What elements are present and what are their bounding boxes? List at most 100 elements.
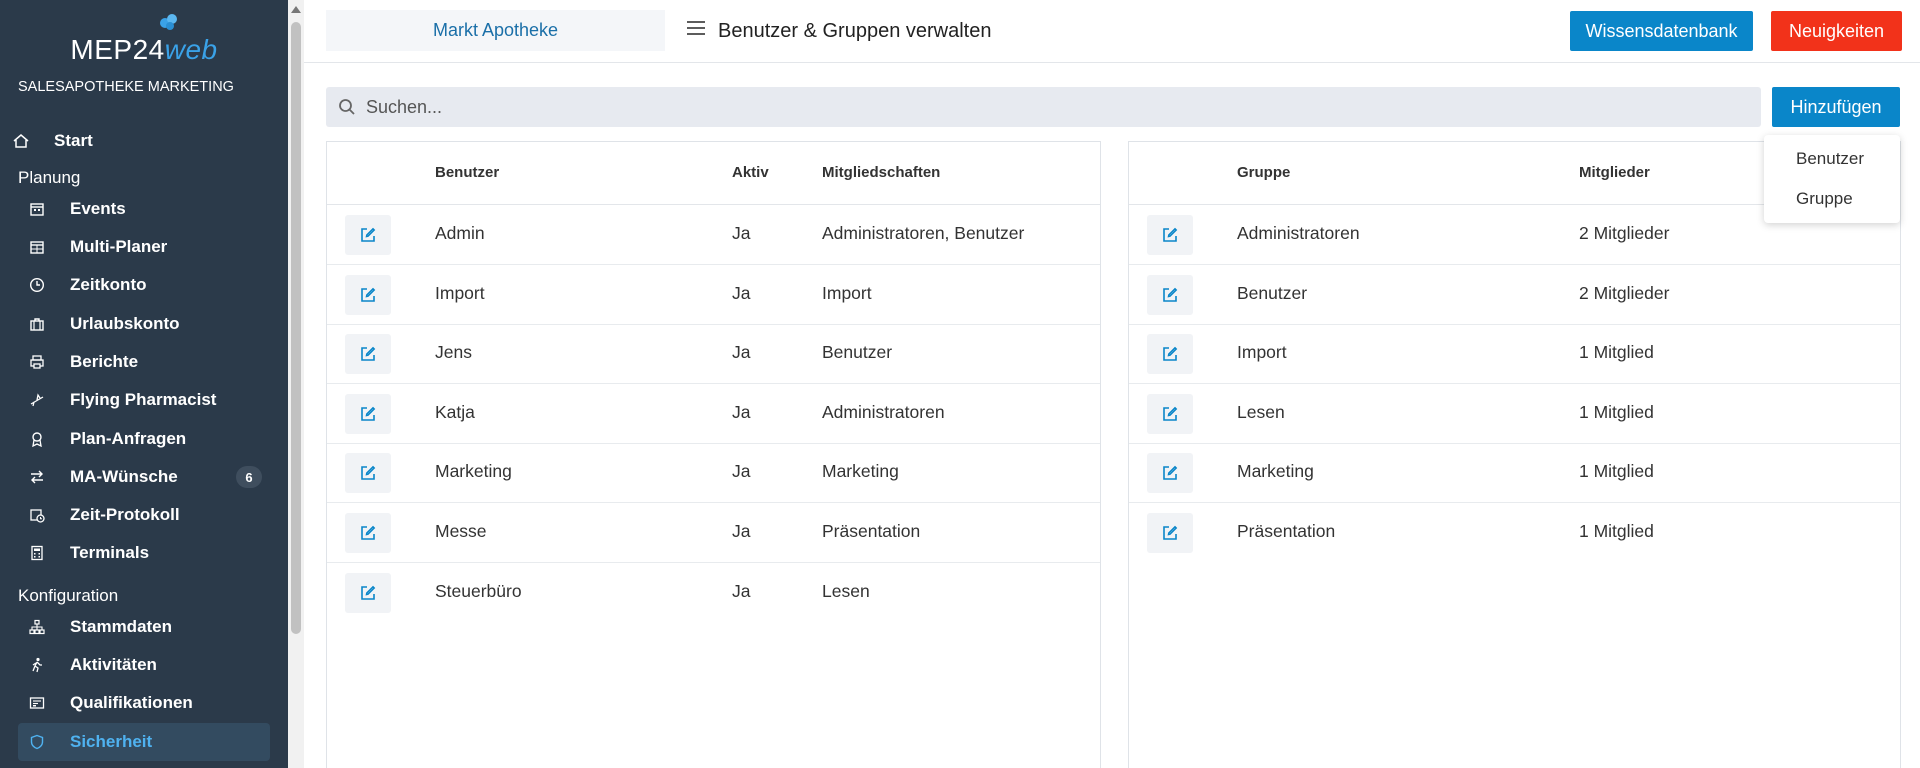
suitcase-icon <box>28 315 46 333</box>
section-title-konfiguration: Konfiguration <box>18 586 119 605</box>
table-row[interactable]: Präsentation 1 Mitglied <box>1129 503 1900 563</box>
column-header-gruppe[interactable]: Gruppe <box>1237 164 1290 181</box>
edit-user-button[interactable] <box>345 394 391 434</box>
top-header: Markt Apotheke Benutzer & Gruppen verwal… <box>304 0 1920 63</box>
sidebar-item-aktivitaeten[interactable]: Aktivitäten <box>18 647 270 683</box>
sidebar-item-label: Zeit-Protokoll <box>70 505 180 524</box>
section-title-planung: Planung <box>18 168 81 187</box>
menu-item-benutzer[interactable]: Benutzer <box>1796 149 1864 169</box>
search-input[interactable] <box>366 96 1746 118</box>
plane-icon <box>28 391 46 409</box>
sidebar-item-zeit-protokoll[interactable]: Zeit-Protokoll <box>18 497 270 533</box>
sidebar-item-sicherheit[interactable]: Sicherheit <box>18 723 270 761</box>
edit-group-button[interactable] <box>1147 334 1193 374</box>
sidebar-item-multi-planer[interactable]: Multi-Planer <box>18 229 270 265</box>
group-members: 1 Mitglied <box>1579 342 1654 362</box>
user-memberships: Marketing <box>822 461 899 481</box>
table-row[interactable]: Benutzer 2 Mitglieder <box>1129 265 1900 325</box>
table-row[interactable]: Admin Ja Administratoren, Benutzer <box>327 205 1100 265</box>
sidebar-item-label: Zeitkonto <box>70 275 147 294</box>
sidebar-item-berichte[interactable]: Berichte <box>18 344 270 380</box>
edit-group-button[interactable] <box>1147 275 1193 315</box>
column-header-mitgliedschaften[interactable]: Mitgliedschaften <box>822 164 940 181</box>
user-active: Ja <box>732 402 751 422</box>
sidebar-item-urlaubskonto[interactable]: Urlaubskonto <box>18 306 270 342</box>
scrollbar-thumb[interactable] <box>291 22 301 634</box>
group-name: Benutzer <box>1237 283 1308 303</box>
group-name: Import <box>1237 342 1287 362</box>
edit-icon <box>361 406 376 421</box>
sidebar-item-flying-pharmacist[interactable]: Flying Pharmacist <box>18 382 270 418</box>
sidebar-item-label: MA-Wünsche <box>70 467 178 486</box>
table-row[interactable]: Import Ja Import <box>327 265 1100 325</box>
user-name: Katja <box>435 402 475 422</box>
edit-group-button[interactable] <box>1147 513 1193 553</box>
sidebar-item-label: Multi-Planer <box>70 237 168 256</box>
swap-icon <box>28 468 46 486</box>
edit-user-button[interactable] <box>345 275 391 315</box>
edit-user-button[interactable] <box>345 453 391 493</box>
column-header-mitglieder[interactable]: Mitglieder <box>1579 164 1650 181</box>
table-row[interactable]: Marketing 1 Mitglied <box>1129 443 1900 503</box>
groups-table: Gruppe Mitglieder Administratoren 2 Mitg… <box>1128 141 1901 768</box>
sidebar-item-stammdaten[interactable]: Stammdaten <box>18 609 270 645</box>
sidebar-item-ma-wuensche[interactable]: MA-Wünsche 6 <box>18 459 270 495</box>
certificate-icon <box>28 694 46 712</box>
user-name: Jens <box>435 342 472 362</box>
table-row[interactable]: Steuerbüro Ja Lesen <box>327 563 1100 623</box>
sidebar-item-label: Stammdaten <box>70 617 173 636</box>
edit-user-button[interactable] <box>345 334 391 374</box>
user-active: Ja <box>732 461 751 481</box>
sidebar-item-label: Plan-Anfragen <box>70 429 187 448</box>
sidebar-item-label: Urlaubskonto <box>70 314 180 333</box>
user-memberships: Administratoren <box>822 402 945 422</box>
menu-item-gruppe[interactable]: Gruppe <box>1796 189 1853 209</box>
table-row[interactable]: Marketing Ja Marketing <box>327 443 1100 503</box>
sidebar-item-events[interactable]: Events <box>18 191 270 227</box>
table-row[interactable]: Jens Ja Benutzer <box>327 324 1100 384</box>
group-members: 2 Mitglieder <box>1579 283 1670 303</box>
calendar-clock-icon <box>28 506 46 524</box>
shield-icon <box>28 733 46 751</box>
scroll-up-icon[interactable] <box>291 6 301 13</box>
table-row[interactable]: Import 1 Mitglied <box>1129 324 1900 384</box>
clock-icon <box>28 276 46 294</box>
sidebar-scrollbar[interactable] <box>288 0 304 768</box>
edit-user-button[interactable] <box>345 215 391 255</box>
table-row[interactable]: Katja Ja Administratoren <box>327 384 1100 444</box>
table-row[interactable]: Lesen 1 Mitglied <box>1129 384 1900 444</box>
column-header-aktiv[interactable]: Aktiv <box>732 164 769 181</box>
knowledge-base-button[interactable]: Wissensdatenbank <box>1570 11 1753 51</box>
sidebar-item-terminals[interactable]: Terminals <box>18 535 270 571</box>
sidebar-item-label: Sicherheit <box>70 732 153 751</box>
group-members: 1 Mitglied <box>1579 521 1654 541</box>
table-row[interactable]: Messe Ja Präsentation <box>327 503 1100 563</box>
column-header-benutzer[interactable]: Benutzer <box>435 164 499 181</box>
hamburger-menu-icon[interactable] <box>686 20 706 36</box>
app-logo[interactable]: MEP24web <box>0 10 288 65</box>
edit-user-button[interactable] <box>345 513 391 553</box>
edit-icon <box>361 287 376 302</box>
user-memberships: Lesen <box>822 581 870 601</box>
edit-user-button[interactable] <box>345 573 391 613</box>
sidebar-item-qualifikationen[interactable]: Qualifikationen <box>18 685 270 721</box>
search-bar[interactable] <box>326 87 1761 127</box>
sidebar-item-start[interactable]: Start <box>13 123 270 159</box>
edit-icon <box>1163 465 1178 480</box>
sidebar-item-label: Start <box>54 131 93 150</box>
add-button[interactable]: Hinzufügen <box>1772 87 1900 127</box>
store-selector[interactable]: Markt Apotheke <box>326 10 665 51</box>
award-icon <box>28 430 46 448</box>
sidebar-item-label: Terminals <box>70 543 150 562</box>
sidebar: MEP24web SALESAPOTHEKE MARKETING Start P… <box>0 0 288 768</box>
sidebar-item-zeitkonto[interactable]: Zeitkonto <box>18 267 270 303</box>
news-button[interactable]: Neuigkeiten <box>1771 11 1902 51</box>
sidebar-item-plan-anfragen[interactable]: Plan-Anfragen <box>18 421 270 457</box>
logo-drops-icon <box>160 14 177 30</box>
group-members: 1 Mitglied <box>1579 402 1654 422</box>
edit-group-button[interactable] <box>1147 394 1193 434</box>
edit-group-button[interactable] <box>1147 215 1193 255</box>
edit-group-button[interactable] <box>1147 453 1193 493</box>
edit-icon <box>1163 227 1178 242</box>
printer-icon <box>28 353 46 371</box>
